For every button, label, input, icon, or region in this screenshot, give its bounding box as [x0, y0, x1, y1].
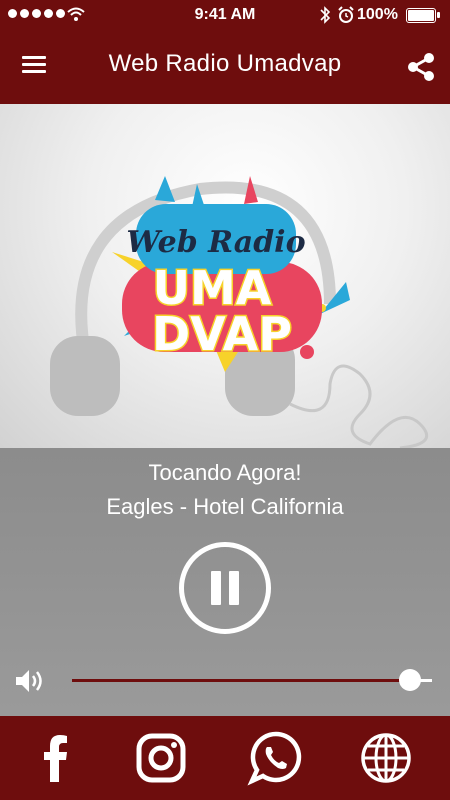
battery-icon	[406, 8, 440, 23]
app-bar: Web Radio Umadvap	[0, 30, 450, 104]
globe-icon[interactable]	[356, 728, 416, 788]
volume-slider[interactable]	[72, 669, 432, 691]
facebook-icon[interactable]	[26, 728, 86, 788]
volume-slider-knob[interactable]	[399, 669, 422, 691]
player-panel: Tocando Agora! Eagles - Hotel California	[0, 448, 450, 716]
battery-percent: 100%	[357, 6, 398, 23]
station-logo: Web Radio UMA DVAP	[50, 176, 429, 448]
track-title: Eagles - Hotel California	[106, 494, 344, 519]
pause-button[interactable]	[179, 542, 271, 634]
volume-icon[interactable]	[14, 666, 48, 696]
pause-icon	[211, 571, 221, 605]
share-icon[interactable]	[402, 50, 440, 84]
status-bar: 9:41 AM 100%	[0, 0, 450, 30]
instagram-icon[interactable]	[131, 728, 191, 788]
logo-splash	[155, 176, 175, 202]
headphone-left-cup	[50, 336, 120, 416]
volume-slider-fill	[72, 679, 411, 682]
logo-dot	[300, 345, 314, 359]
station-artwork: Web Radio UMA DVAP	[0, 104, 450, 448]
app-title: Web Radio Umadvap	[108, 50, 342, 77]
bluetooth-icon	[320, 6, 331, 24]
now-playing-label: Tocando Agora!	[148, 460, 302, 485]
logo-text-line3: DVAP	[152, 307, 292, 361]
headphone-cable	[289, 364, 429, 448]
social-bar	[0, 716, 450, 800]
alarm-icon	[338, 6, 354, 23]
logo-text-line1: Web Radio	[126, 225, 305, 260]
whatsapp-icon[interactable]	[246, 728, 306, 788]
